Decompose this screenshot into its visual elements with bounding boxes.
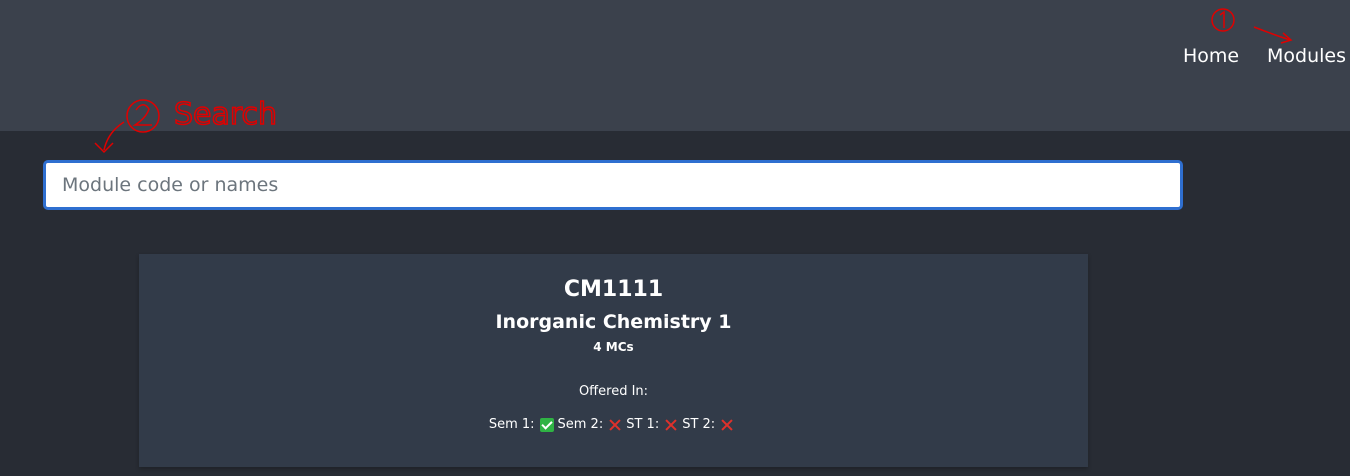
navbar: Home Modules: [0, 0, 1350, 131]
module-name: Inorganic Chemistry 1: [495, 311, 732, 333]
semester-item: ST 1:: [626, 416, 678, 433]
cross-icon: [664, 418, 678, 432]
offered-in-label: Offered In:: [578, 384, 649, 399]
nav-modules-link[interactable]: Modules: [1267, 44, 1346, 68]
search-input[interactable]: [43, 160, 1183, 210]
module-credits: 4 MCs: [593, 340, 634, 354]
semester-item: Sem 1:: [489, 416, 554, 433]
search-container: [43, 160, 1183, 210]
semester-item: Sem 2:: [558, 416, 623, 433]
semester-item: ST 2:: [682, 416, 734, 433]
semester-label: ST 2:: [682, 417, 716, 432]
check-icon: [539, 417, 554, 432]
semester-label: Sem 2:: [557, 417, 604, 432]
cross-icon: [608, 418, 622, 432]
nav-home-link[interactable]: Home: [1183, 44, 1239, 68]
cross-icon: [720, 418, 734, 432]
page: Home Modules Search CM1111 Inorganic Che…: [0, 0, 1350, 476]
module-code: CM1111: [563, 277, 664, 302]
semester-availability: Sem 1: Sem 2: ST 1: ST 2:: [139, 416, 1088, 433]
semester-label: Sem 1:: [488, 417, 535, 432]
semester-label: ST 1:: [626, 417, 660, 432]
module-card[interactable]: CM1111 Inorganic Chemistry 1 4 MCs Offer…: [139, 254, 1088, 467]
